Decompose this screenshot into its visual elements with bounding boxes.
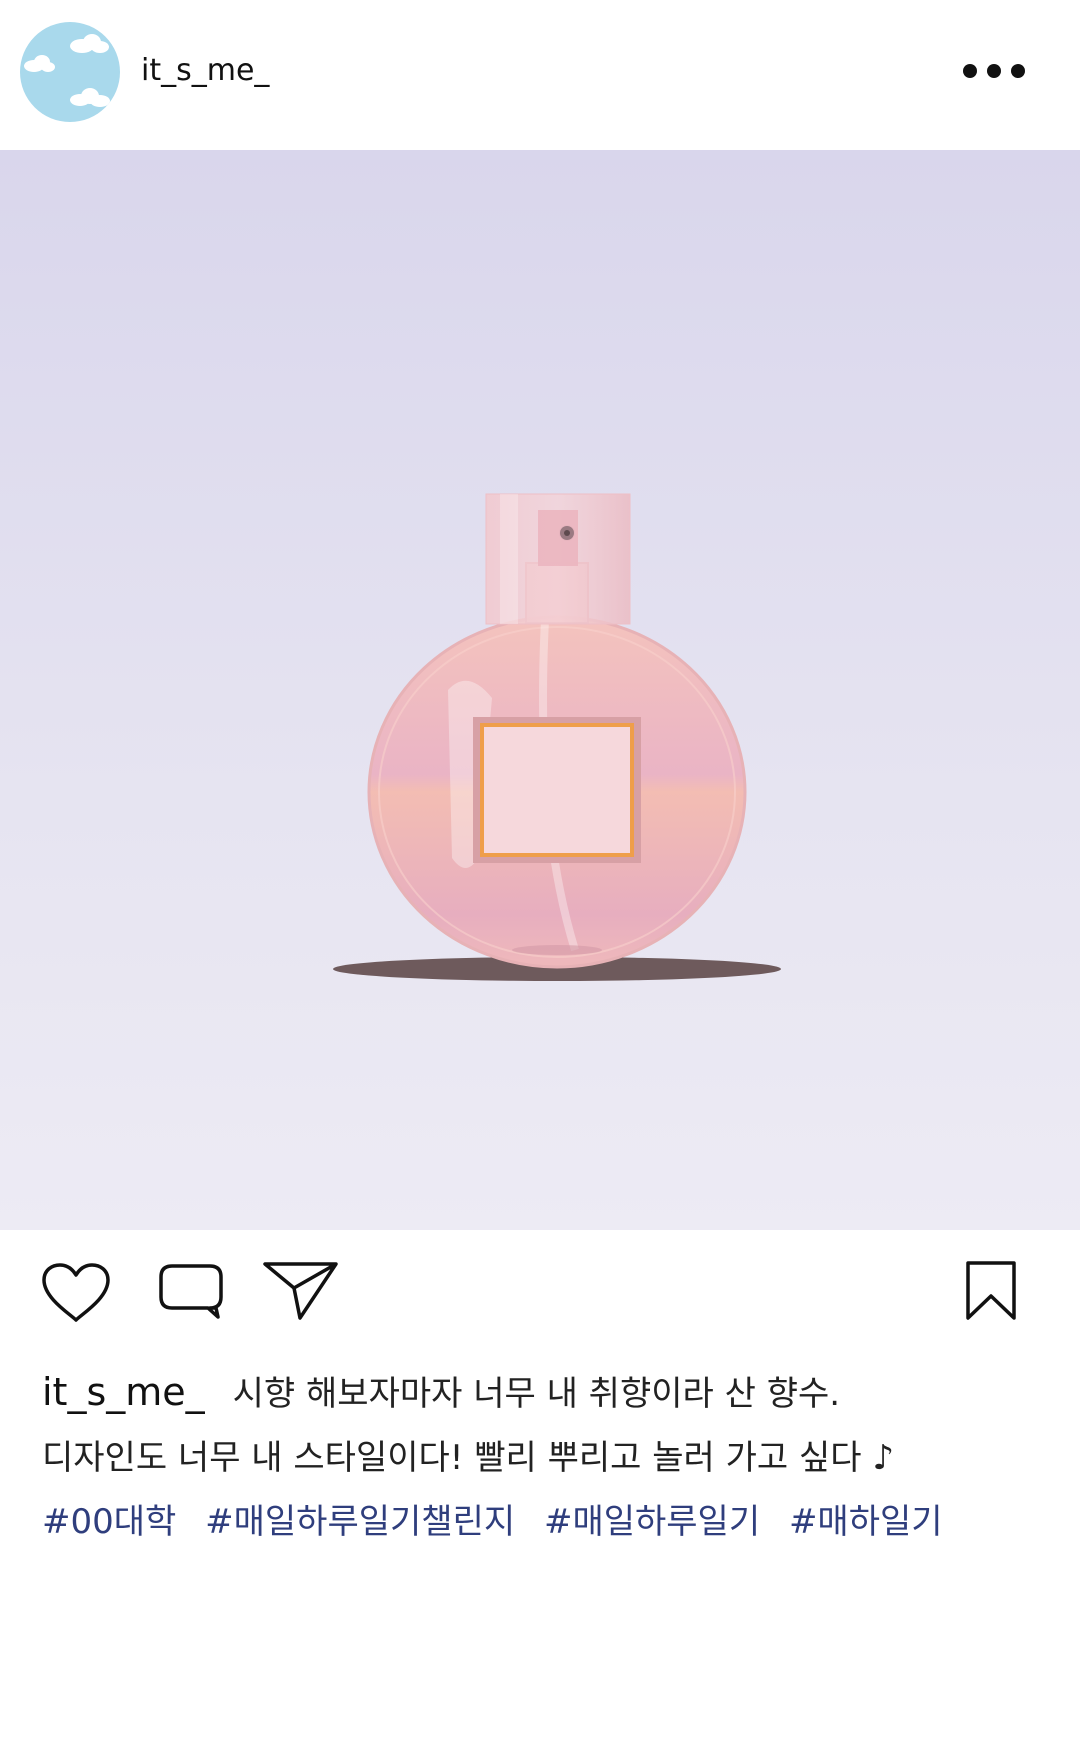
post-header: it_s_me_ (0, 0, 1080, 150)
cloud-sky-icon (24, 34, 110, 107)
more-options-button[interactable] (960, 56, 1032, 86)
hashtag[interactable]: #00대학 (42, 1502, 176, 1542)
caption-text-1: 시향 해보자마자 너무 내 취향이라 산 향수. (232, 1374, 841, 1414)
bottle-label (480, 723, 634, 857)
save-button[interactable] (965, 1260, 1017, 1322)
caption-username[interactable]: it_s_me_ (42, 1370, 205, 1414)
bookmark-icon (966, 1261, 1016, 1320)
share-button[interactable] (262, 1260, 340, 1322)
hashtag[interactable]: #매일하루일기챌린지 (205, 1502, 515, 1542)
hashtag-list: #00대학 #매일하루일기챌린지 #매일하루일기 #매하일기 (42, 1490, 1052, 1554)
heart-icon (42, 1263, 110, 1322)
caption-line-1: it_s_me_ 시향 해보자마자 너무 내 취향이라 산 향수. (42, 1360, 1052, 1426)
hashtag[interactable]: #매하일기 (789, 1502, 943, 1542)
comment-button[interactable] (158, 1263, 224, 1321)
more-horizontal-icon (963, 64, 1025, 78)
hashtag[interactable]: #매일하루일기 (544, 1502, 760, 1542)
perfume-bottle-illustration (333, 493, 781, 981)
comment-icon (159, 1264, 223, 1319)
post-photo[interactable] (0, 150, 1080, 1230)
post-caption: it_s_me_ 시향 해보자마자 너무 내 취향이라 산 향수. 디자인도 너무… (42, 1360, 1052, 1554)
caption-text-2: 디자인도 너무 내 스타일이다! 빨리 뿌리고 놀러 가고 싶다 ♪ (42, 1438, 895, 1478)
like-button[interactable] (40, 1262, 112, 1324)
header-username[interactable]: it_s_me_ (141, 49, 269, 93)
send-icon (263, 1262, 338, 1320)
avatar[interactable] (20, 22, 120, 122)
